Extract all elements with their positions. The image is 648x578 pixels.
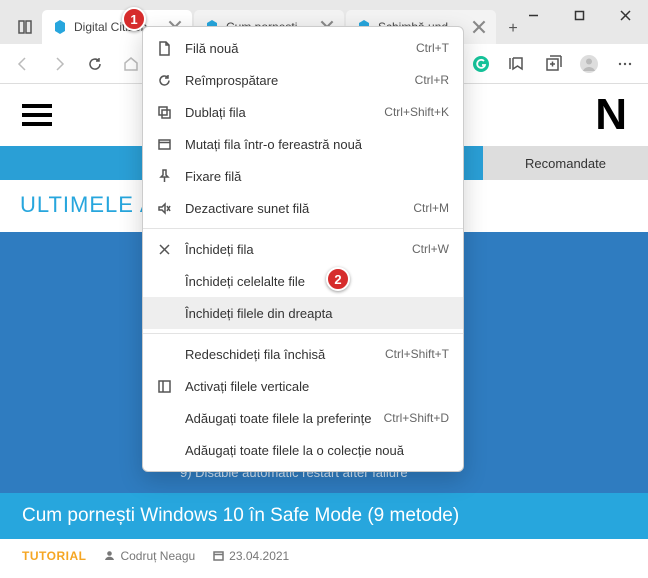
menu-item-label: Închideți filele din dreapta: [185, 306, 437, 321]
menu-item-label: Adăugați toate filele la preferințe: [185, 411, 372, 426]
refresh-button[interactable]: [78, 47, 112, 81]
tab-context-menu: Filă nouă Ctrl+T Reîmprospătare Ctrl+R Dubla…: [142, 26, 464, 472]
annotation-badge-1: 1: [122, 7, 146, 31]
tab-actions-button[interactable]: [8, 10, 42, 44]
menu-item[interactable]: Redeschideți fila închisă Ctrl+Shift+T: [143, 338, 463, 370]
blank-icon: [155, 272, 173, 290]
menu-item-label: Redeschideți fila închisă: [185, 347, 373, 362]
refresh-icon: [155, 71, 173, 89]
menu-item[interactable]: Reîmprospătare Ctrl+R: [143, 64, 463, 96]
menu-item-label: Închideți celelalte file: [185, 274, 437, 289]
menu-item-label: Mutați fila într-o fereastră nouă: [185, 137, 437, 152]
annotation-badge-2: 2: [326, 267, 350, 291]
menu-item-label: Reîmprospătare: [185, 73, 403, 88]
menu-item-shortcut: Ctrl+Shift+K: [384, 105, 449, 119]
menu-item-shortcut: Ctrl+M: [413, 201, 449, 215]
forward-button[interactable]: [42, 47, 76, 81]
menu-item-label: Adăugați toate filele la o colecție nouă: [185, 443, 437, 458]
article-title[interactable]: Cum pornești Windows 10 în Safe Mode (9 …: [0, 493, 648, 539]
category-label[interactable]: TUTORIAL: [22, 549, 86, 563]
menu-item-label: Închideți fila: [185, 242, 400, 257]
menu-item-shortcut: Ctrl+T: [416, 41, 449, 55]
menu-item[interactable]: Fixare filă: [143, 160, 463, 192]
profile-button[interactable]: [572, 47, 606, 81]
menu-item[interactable]: Adăugați toate filele la preferințe Ctrl+…: [143, 402, 463, 434]
menu-item[interactable]: Închideți filele din dreapta: [143, 297, 463, 329]
article-excerpt: Dacă ai folosit Windows 10 pentru un tim…: [0, 573, 648, 578]
menu-item[interactable]: Adăugați toate filele la o colecție nouă: [143, 434, 463, 466]
collections-button[interactable]: [536, 47, 570, 81]
menu-item-label: Filă nouă: [185, 41, 404, 56]
menu-item[interactable]: Dublați fila Ctrl+Shift+K: [143, 96, 463, 128]
menu-item[interactable]: Închideți celelalte file: [143, 265, 463, 297]
menu-item-shortcut: Ctrl+Shift+T: [385, 347, 449, 361]
menu-item[interactable]: Activați filele verticale: [143, 370, 463, 402]
site-logo[interactable]: N: [595, 90, 626, 140]
hamburger-icon[interactable]: [22, 104, 52, 126]
close-icon[interactable]: [472, 20, 486, 34]
menu-item[interactable]: Dezactivare sunet filă Ctrl+M: [143, 192, 463, 224]
menu-item[interactable]: Închideți fila Ctrl+W: [143, 233, 463, 265]
blank-icon: [155, 304, 173, 322]
menu-item[interactable]: Filă nouă Ctrl+T: [143, 32, 463, 64]
menu-item-shortcut: Ctrl+Shift+D: [384, 411, 449, 425]
menu-item-label: Dezactivare sunet filă: [185, 201, 401, 216]
recommended-tab[interactable]: Recomandate: [483, 146, 648, 180]
menu-item[interactable]: Mutați fila într-o fereastră nouă: [143, 128, 463, 160]
mute-icon: [155, 199, 173, 217]
grammarly-extension-icon[interactable]: [464, 47, 498, 81]
window-minimize[interactable]: [510, 0, 556, 30]
file-icon: [155, 39, 173, 57]
back-button[interactable]: [6, 47, 40, 81]
menu-separator: [143, 228, 463, 229]
blank-icon: [155, 345, 173, 363]
menu-item-label: Activați filele verticale: [185, 379, 437, 394]
calendar-icon: [213, 550, 224, 561]
window-icon: [155, 135, 173, 153]
digital-citizen-favicon: [52, 19, 68, 35]
menu-separator: [143, 333, 463, 334]
window-maximize[interactable]: [556, 0, 602, 30]
menu-button[interactable]: [608, 47, 642, 81]
window-close[interactable]: [602, 0, 648, 30]
close-icon: [155, 240, 173, 258]
duplicate-icon: [155, 103, 173, 121]
article-meta: TUTORIAL Codruț Neagu 23.04.2021: [0, 539, 648, 573]
favorites-bar-button[interactable]: [500, 47, 534, 81]
publish-date: 23.04.2021: [213, 549, 289, 563]
blank-icon: [155, 409, 173, 427]
vertical-tabs-icon: [155, 377, 173, 395]
pin-icon: [155, 167, 173, 185]
menu-item-label: Fixare filă: [185, 169, 437, 184]
menu-item-shortcut: Ctrl+W: [412, 242, 449, 256]
menu-item-shortcut: Ctrl+R: [415, 73, 449, 87]
person-icon: [104, 550, 115, 561]
menu-item-label: Dublați fila: [185, 105, 372, 120]
blank-icon: [155, 441, 173, 459]
author[interactable]: Codruț Neagu: [104, 549, 195, 563]
